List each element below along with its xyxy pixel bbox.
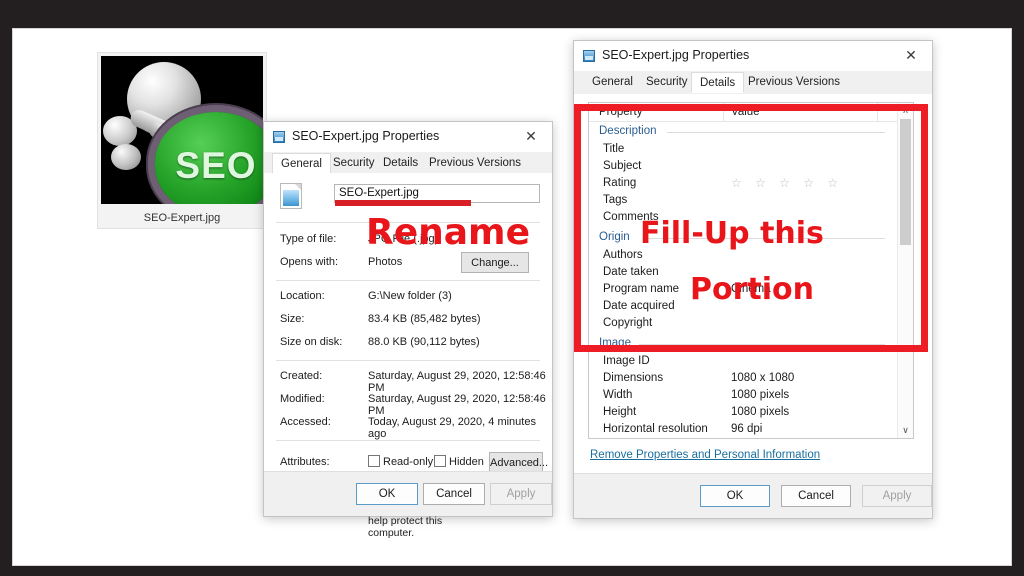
tab-details[interactable]: Details — [375, 154, 426, 173]
ok-button[interactable]: OK — [356, 483, 418, 505]
general-properties-window: SEO-Expert.jpg Properties ✕ General Secu… — [263, 121, 553, 539]
property-list-header: Property Value — [589, 103, 913, 122]
details-title-bar[interactable]: SEO-Expert.jpg Properties ✕ — [574, 41, 932, 71]
property-height-value[interactable]: 1080 pixels — [731, 406, 789, 418]
property-rating-label: Rating — [603, 177, 637, 189]
jpg-file-icon — [273, 131, 285, 143]
cancel-button[interactable]: Cancel — [423, 483, 485, 505]
hidden-checkbox[interactable] — [434, 455, 446, 467]
advanced-button[interactable]: Advanced... — [489, 452, 548, 473]
tab-general[interactable]: General — [272, 153, 331, 174]
details-window-title: SEO-Expert.jpg Properties — [602, 48, 750, 62]
property-image-id-label: Image ID — [603, 355, 650, 367]
property-title-label: Title — [603, 143, 625, 155]
property-program-name-value[interactable]: Cinema — [731, 283, 771, 295]
scroll-down-icon[interactable]: ∨ — [898, 423, 913, 438]
screenshot-canvas: SEO SEO-Expert.jpg SEO-Expert.jpg Proper… — [0, 0, 1024, 576]
general-window-title: SEO-Expert.jpg Properties — [292, 129, 440, 143]
property-height-label: Height — [603, 406, 637, 418]
accessed-label: Accessed: — [280, 416, 331, 428]
created-label: Created: — [280, 370, 323, 382]
apply-button[interactable]: Apply — [490, 483, 552, 505]
scrollbar-thumb[interactable] — [900, 119, 911, 245]
file-type-icon — [280, 183, 302, 209]
tab-general[interactable]: General — [584, 73, 641, 92]
location-value: G:\New folder (3) — [368, 290, 452, 302]
size-value: 83.4 KB (85,482 bytes) — [368, 313, 481, 325]
tab-security[interactable]: Security — [325, 154, 383, 173]
column-header-value: Value — [731, 106, 760, 118]
property-hres-label: Horizontal resolution — [603, 423, 708, 435]
cancel-button[interactable]: Cancel — [781, 485, 851, 507]
type-of-file-label: Type of file: — [280, 233, 337, 245]
size-label: Size: — [280, 313, 305, 325]
thumbnail-caption: SEO-Expert.jpg — [143, 212, 221, 224]
apply-button[interactable]: Apply — [862, 485, 932, 507]
size-on-disk-value: 88.0 KB (90,112 bytes) — [368, 336, 480, 348]
created-value: Saturday, August 29, 2020, 12:58:46 PM — [368, 370, 546, 394]
opens-with-value: Photos — [368, 256, 403, 268]
general-tab-content: SEO-Expert.jpg Type of file: JPG File (.… — [264, 173, 552, 539]
details-button-row: OK Cancel Apply — [574, 473, 932, 518]
property-dimensions-label: Dimensions — [603, 372, 664, 384]
details-tab-content: Property Value Description Title Subject… — [574, 94, 932, 474]
scroll-up-icon[interactable]: ∧ — [898, 103, 913, 118]
readonly-checkbox[interactable] — [368, 455, 380, 467]
property-program-name-label: Program name — [603, 283, 680, 295]
opens-with-label: Opens with: — [280, 256, 339, 268]
type-of-file-value: JPG File (.jpg) — [368, 233, 439, 245]
property-tags-label: Tags — [603, 194, 628, 206]
general-title-bar[interactable]: SEO-Expert.jpg Properties ✕ — [264, 122, 552, 152]
attributes-label: Attributes: — [280, 456, 330, 468]
details-properties-window: SEO-Expert.jpg Properties ✕ General Secu… — [573, 40, 933, 519]
property-copyright-label: Copyright — [603, 317, 653, 329]
close-icon[interactable]: ✕ — [890, 41, 932, 70]
change-button[interactable]: Change... — [461, 252, 529, 273]
rename-underline-annotation — [335, 200, 471, 206]
group-header-image: Image — [599, 337, 631, 349]
hidden-label: Hidden — [449, 456, 484, 468]
accessed-value: Today, August 29, 2020, 4 minutes ago — [368, 416, 536, 440]
column-header-property: Property — [599, 106, 643, 118]
group-header-origin: Origin — [599, 231, 630, 243]
size-on-disk-label: Size on disk: — [280, 336, 343, 348]
modified-label: Modified: — [280, 393, 325, 405]
general-button-row: OK Cancel Apply — [264, 471, 552, 516]
remove-properties-link[interactable]: Remove Properties and Personal Informati… — [590, 449, 820, 461]
tab-security[interactable]: Security — [638, 73, 696, 92]
property-hres-value[interactable]: 96 dpi — [731, 423, 762, 435]
property-authors-label: Authors — [603, 249, 643, 261]
property-list[interactable]: Property Value Description Title Subject… — [588, 102, 914, 439]
tab-previous-versions[interactable]: Previous Versions — [740, 73, 848, 92]
figure-elbow-icon — [111, 144, 141, 170]
modified-value: Saturday, August 29, 2020, 12:58:46 PM — [368, 393, 546, 417]
property-list-scrollbar[interactable]: ∧ ∨ — [897, 103, 913, 438]
seo-button-label: SEO — [175, 145, 257, 187]
jpg-file-icon — [583, 50, 595, 62]
tab-details[interactable]: Details — [691, 72, 745, 93]
ok-button[interactable]: OK — [700, 485, 770, 507]
property-width-value[interactable]: 1080 pixels — [731, 389, 789, 401]
readonly-label: Read-only — [383, 456, 434, 468]
thumbnail-image: SEO — [101, 56, 263, 204]
rating-stars-icon[interactable]: ☆ ☆ ☆ ☆ ☆ — [731, 176, 843, 190]
tab-previous-versions[interactable]: Previous Versions — [421, 154, 529, 173]
group-header-description: Description — [599, 125, 657, 137]
property-date-acquired-label: Date acquired — [603, 300, 675, 312]
property-date-taken-label: Date taken — [603, 266, 659, 278]
property-comments-label: Comments — [603, 211, 659, 223]
file-thumbnail-tile[interactable]: SEO SEO-Expert.jpg — [98, 53, 266, 228]
location-label: Location: — [280, 290, 325, 302]
close-icon[interactable]: ✕ — [510, 122, 552, 151]
property-dimensions-value[interactable]: 1080 x 1080 — [731, 372, 794, 384]
general-tab-strip: General Security Details Previous Versio… — [264, 152, 552, 174]
details-tab-strip: General Security Details Previous Versio… — [574, 71, 932, 95]
property-width-label: Width — [603, 389, 633, 401]
property-subject-label: Subject — [603, 160, 642, 172]
